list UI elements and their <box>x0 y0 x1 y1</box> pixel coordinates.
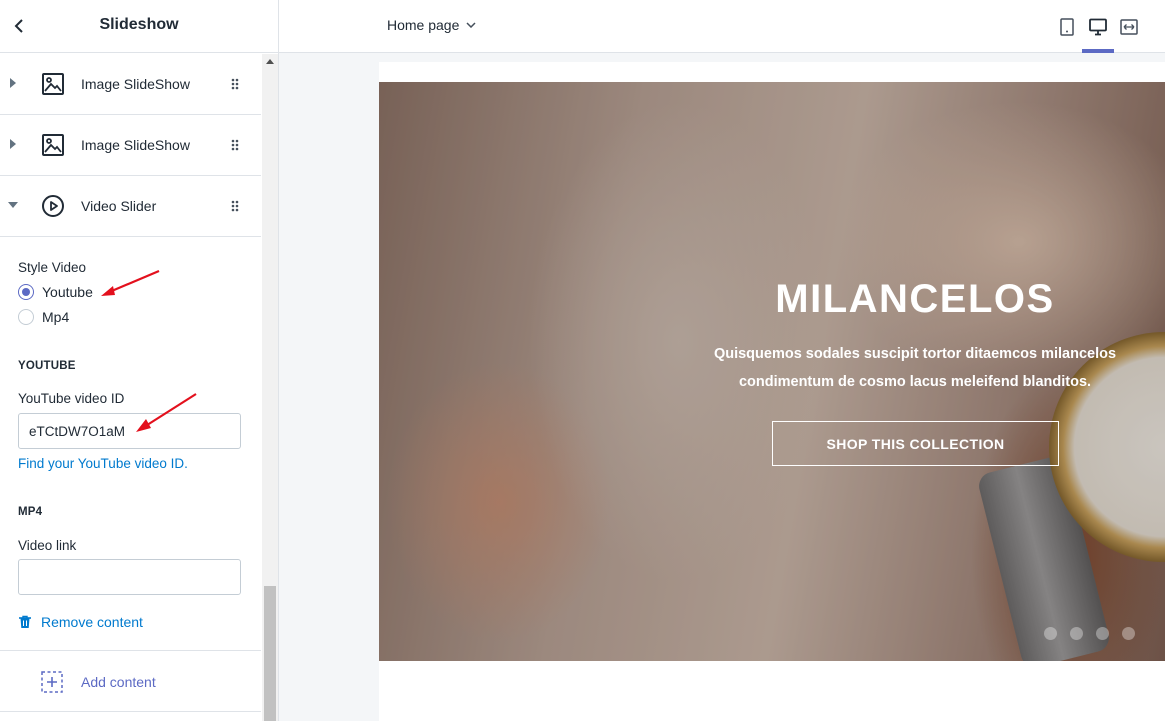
play-circle-icon <box>42 195 64 217</box>
style-video-label: Style Video <box>18 260 87 275</box>
hero-title: MILANCELOS <box>775 277 1055 321</box>
radio-mp4[interactable] <box>18 309 34 325</box>
desktop-view-button[interactable] <box>1083 12 1113 42</box>
slide-dot[interactable] <box>1096 627 1109 640</box>
sidebar-title: Slideshow <box>99 16 179 33</box>
drag-handle-icon[interactable] <box>231 78 239 90</box>
top-bar: Home page <box>279 0 1165 53</box>
radio-youtube-label[interactable]: Youtube <box>42 284 93 300</box>
add-content-label: Add content <box>81 674 156 690</box>
desktop-icon <box>1089 18 1107 36</box>
slide-dot[interactable] <box>1070 627 1083 640</box>
sidebar-header: Slideshow <box>0 0 278 53</box>
hero-subtitle-line-2: condimentum de cosmo lacus meleifend bla… <box>738 374 1092 390</box>
add-content-button[interactable]: Add content <box>0 650 261 712</box>
caret-down-icon[interactable] <box>8 202 18 208</box>
chevron-down-icon <box>466 22 476 28</box>
section-image-slideshow-1[interactable]: Image SlideShow <box>0 54 261 115</box>
trash-icon <box>19 615 31 628</box>
section-label: Image SlideShow <box>81 76 190 92</box>
remove-content-label: Remove content <box>41 614 143 630</box>
active-device-indicator <box>1082 49 1114 53</box>
mobile-icon <box>1060 18 1074 36</box>
remove-content-button[interactable]: Remove content <box>18 612 143 632</box>
mobile-view-button[interactable] <box>1052 12 1082 42</box>
page-selector-label: Home page <box>387 17 460 33</box>
mp4-heading: MP4 <box>18 506 43 518</box>
section-image-slideshow-2[interactable]: Image SlideShow <box>0 115 261 176</box>
video-link-label: Video link <box>18 538 77 553</box>
section-video-slider[interactable]: Video Slider <box>0 176 261 237</box>
youtube-heading: YOUTUBE <box>18 360 76 372</box>
store-preview: MILANCELOS Quisquemos sodales suscipit t… <box>379 62 1165 721</box>
image-icon <box>42 73 64 95</box>
image-icon <box>42 134 64 156</box>
section-label: Video Slider <box>81 198 157 214</box>
caret-right-icon[interactable] <box>10 78 16 88</box>
youtube-id-input[interactable] <box>18 413 241 449</box>
radio-youtube[interactable] <box>18 284 34 300</box>
youtube-help-link[interactable]: Find your YouTube video ID. <box>18 456 188 471</box>
youtube-id-label: YouTube video ID <box>18 391 125 406</box>
drag-handle-icon[interactable] <box>231 200 239 212</box>
shop-collection-button[interactable]: SHOP THIS COLLECTION <box>772 421 1059 466</box>
slide-dot[interactable] <box>1044 627 1057 640</box>
hero-slide: MILANCELOS Quisquemos sodales suscipit t… <box>379 82 1165 661</box>
sidebar-scroll-area: Image SlideShow Image SlideShow Video Sl… <box>0 54 262 721</box>
drag-handle-icon[interactable] <box>231 139 239 151</box>
radio-mp4-label[interactable]: Mp4 <box>42 309 69 325</box>
video-link-input[interactable] <box>18 559 241 595</box>
hero-subtitle: Quisquemos sodales suscipit tortor ditae… <box>695 340 1135 396</box>
fullwidth-view-button[interactable] <box>1114 12 1144 42</box>
scroll-up-arrow-icon[interactable] <box>266 59 274 64</box>
section-label: Image SlideShow <box>81 137 190 153</box>
sidebar: Slideshow Image SlideShow Image SlideSho… <box>0 0 279 721</box>
sidebar-scrollbar[interactable] <box>262 54 278 721</box>
add-square-icon <box>41 671 63 693</box>
scroll-thumb[interactable] <box>264 586 276 721</box>
slide-dots <box>1044 627 1135 640</box>
slide-dot[interactable] <box>1122 627 1135 640</box>
page-selector[interactable]: Home page <box>387 17 476 33</box>
caret-right-icon[interactable] <box>10 139 16 149</box>
hero-subtitle-line-1: Quisquemos sodales suscipit tortor ditae… <box>713 346 1117 362</box>
fullwidth-icon <box>1120 19 1138 35</box>
